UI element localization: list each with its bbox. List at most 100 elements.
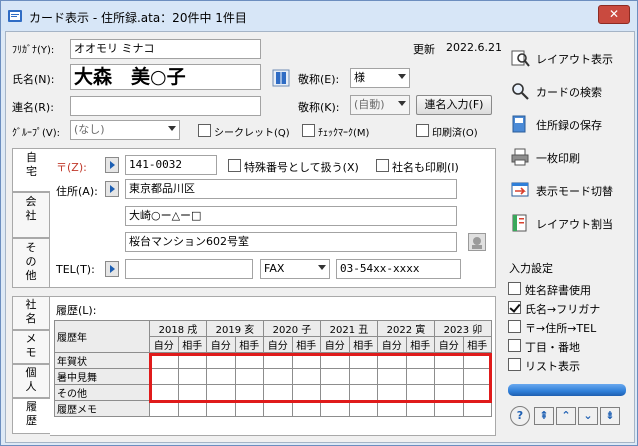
sub-header-self: 自分 (377, 336, 407, 353)
name-input[interactable]: 大森 美○子 (70, 64, 261, 90)
fax-input[interactable]: 03-54xx-xxxx (336, 259, 461, 279)
row-header: 履歴メモ (54, 400, 150, 417)
tab-company[interactable]: 会社 (12, 192, 50, 238)
printer-icon (511, 148, 529, 166)
setting-option[interactable]: 姓名辞書使用 (508, 280, 632, 298)
next-record-button[interactable]: ⌄ (578, 407, 598, 425)
special-number-checkbox[interactable] (228, 159, 241, 172)
tab-other[interactable]: その他 (12, 238, 50, 288)
tab-history[interactable]: 履歴 (12, 398, 50, 434)
chevron-down-icon (398, 101, 406, 106)
layout-view-button[interactable]: レイアウト表示 (500, 44, 625, 72)
zip-expand-button[interactable] (105, 157, 119, 173)
setting-checkbox[interactable] (508, 339, 521, 352)
display-mode-button[interactable]: 表示モード切替 (500, 176, 625, 204)
display-mode-icon (511, 182, 529, 197)
setting-label: 姓名辞書使用 (525, 284, 591, 297)
setting-label: 〒→住所→TEL (525, 322, 597, 335)
print-one-button[interactable]: 一枚印刷 (500, 143, 625, 171)
tab-memo-label: メモ (25, 332, 37, 359)
help-button[interactable]: ? (510, 406, 530, 426)
address-line1[interactable]: 東京都品川区 (125, 179, 457, 199)
sub-header-self: 自分 (434, 336, 464, 353)
setting-option[interactable]: 氏名→フリガナ (508, 299, 632, 317)
setting-checkbox[interactable] (508, 301, 521, 314)
setting-option[interactable]: リスト表示 (508, 356, 632, 374)
setting-checkbox[interactable] (508, 282, 521, 295)
tab-memo[interactable]: メモ (12, 330, 50, 364)
input-settings-label: 入力設定 (509, 262, 553, 275)
honorific2-select[interactable]: (自動) (350, 95, 410, 115)
fax-type-select[interactable]: FAX (260, 259, 330, 279)
sub-header-other: 相手 (462, 336, 492, 353)
title-bar: カード表示 - 住所録.ata：20件中 1件目 ✕ (1, 1, 637, 31)
joint-input-button[interactable]: 連名入力(F) (416, 95, 492, 115)
setting-option[interactable]: 丁目・番地 (508, 337, 632, 355)
prev-record-button[interactable]: ⌃ (556, 407, 576, 425)
tel-expand-button[interactable] (105, 261, 119, 277)
address-expand-button[interactable] (105, 181, 119, 197)
last-record-icon: ⇟ (605, 409, 615, 422)
sub-header-other: 相手 (348, 336, 378, 353)
zip-input[interactable]: 141-0032 (125, 155, 217, 175)
layout-assign-icon (512, 214, 527, 232)
year-header: 2018 戌 (149, 320, 207, 337)
tab-personal[interactable]: 個人 (12, 364, 50, 398)
printed-label: 印刷済(O) (432, 128, 478, 139)
tab-history-label: 履歴 (26, 400, 37, 427)
fax-type-value: FAX (264, 262, 285, 275)
tel-label: TEL(T): (56, 263, 95, 276)
updated-label: 更新 (413, 43, 435, 56)
printed-checkbox[interactable] (416, 124, 429, 137)
sidebar: レイアウト表示 カードの検索 住所録の保存 一枚印刷 表示モード切替 レイアウト… (500, 36, 632, 438)
joint-name-input[interactable] (70, 96, 261, 116)
progress-bar (508, 384, 626, 396)
card-search-button[interactable]: カードの検索 (500, 77, 625, 105)
client-area: ﾌﾘｶﾞﾅ(Y): オオモリ ミナコ 更新 2022.6.21 氏名(N): 大… (5, 31, 635, 443)
setting-label: リスト表示 (525, 360, 580, 373)
prev-record-icon: ⌃ (561, 409, 571, 422)
honorific-select[interactable]: 様 (350, 68, 410, 88)
honorific2-label: 敬称(K): (298, 101, 340, 114)
furigana-input[interactable]: オオモリ ミナコ (70, 39, 261, 59)
address-line3[interactable]: 桜台マンション602号室 (125, 232, 457, 252)
magnifier-layout-icon (511, 50, 530, 67)
tab-company-name-label: 社名 (25, 298, 37, 325)
sub-header-self: 自分 (263, 336, 293, 353)
tab-company-label: 会社 (25, 195, 37, 222)
checkmark-checkbox[interactable] (302, 124, 315, 137)
tab-home[interactable]: 自宅 (12, 148, 50, 192)
close-button[interactable]: ✕ (598, 5, 630, 24)
first-record-button[interactable]: ⇞ (534, 407, 554, 425)
secret-checkbox[interactable] (198, 124, 211, 137)
company-print-checkbox[interactable] (376, 159, 389, 172)
checkmark-label: ﾁｪｯｸﾏｰｸ(M) (318, 128, 370, 139)
setting-option[interactable]: 〒→住所→TEL (508, 318, 632, 336)
setting-checkbox[interactable] (508, 358, 521, 371)
layout-assign-button[interactable]: レイアウト割当 (500, 209, 625, 237)
last-record-button[interactable]: ⇟ (600, 407, 620, 425)
map-icon[interactable] (468, 233, 486, 251)
highlight-box (149, 353, 492, 403)
tab-other-label: その他 (25, 241, 37, 282)
tab-company-name[interactable]: 社名 (12, 296, 50, 330)
special-number-label: 特殊番号として扱う(X) (244, 161, 359, 174)
chevron-down-icon (398, 74, 406, 79)
first-record-icon: ⇞ (539, 409, 549, 422)
app-icon (8, 10, 22, 22)
year-header: 2020 子 (263, 320, 321, 337)
setting-label: 丁目・番地 (525, 341, 580, 354)
dictionary-icon[interactable] (272, 69, 290, 87)
save-address-book-button[interactable]: 住所録の保存 (500, 110, 625, 138)
tab-personal-label: 個人 (25, 366, 37, 393)
print-one-label: 一枚印刷 (536, 152, 580, 165)
address-line2[interactable]: 大崎○ー△ー□ (125, 206, 457, 226)
group-label: ｸﾞﾙｰﾌﾟ(V): (12, 128, 61, 139)
setting-checkbox[interactable] (508, 320, 521, 333)
furigana-label: ﾌﾘｶﾞﾅ(Y): (12, 45, 55, 56)
tel-input[interactable] (125, 259, 253, 279)
sub-header-self: 自分 (206, 336, 236, 353)
updated-date: 2022.6.21 (446, 41, 502, 54)
group-select[interactable]: (なし) (70, 120, 180, 140)
layout-view-label: レイアウト表示 (536, 53, 613, 66)
